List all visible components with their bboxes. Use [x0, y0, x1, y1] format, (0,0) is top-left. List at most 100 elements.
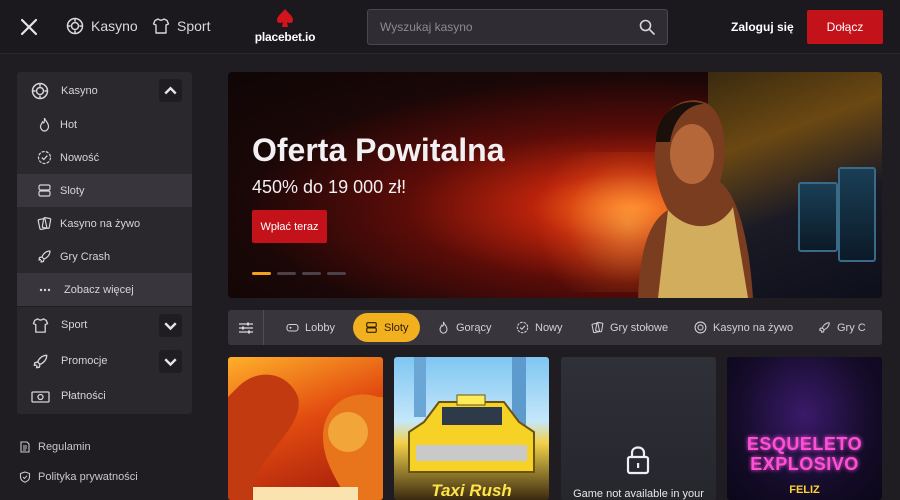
- sidebar-item-live-casino[interactable]: Kasyno na żywo: [17, 207, 192, 240]
- tab-new[interactable]: Nowy: [516, 313, 563, 342]
- game-card[interactable]: Taxi Rush: [394, 357, 549, 500]
- nav-sport-label: Sport: [177, 18, 211, 34]
- logo-wordmark: placebet.io: [254, 30, 316, 44]
- close-icon[interactable]: [18, 16, 40, 38]
- sidebar-item-hot[interactable]: Hot: [17, 108, 192, 141]
- live-cards-icon: [37, 217, 52, 231]
- sidebar-item-label: Sloty: [60, 184, 85, 197]
- collapse-button[interactable]: [159, 79, 182, 102]
- footer-link-label: Polityka prywatności: [38, 471, 138, 483]
- slots-icon: [38, 184, 51, 197]
- sidebar-item-label: Nowość: [60, 151, 100, 164]
- search-box[interactable]: [367, 9, 668, 45]
- carousel-dot[interactable]: [277, 272, 296, 275]
- tab-crash[interactable]: Gry C: [818, 313, 866, 342]
- casino-chip-icon: [31, 82, 49, 99]
- sidebar-item-payments[interactable]: Płatności: [17, 379, 192, 413]
- tab-label: Gorący: [456, 321, 492, 334]
- footer-link-label: Regulamin: [38, 441, 91, 453]
- top-bar: Kasyno Sport placebet.io Zaloguj się Doł…: [0, 0, 900, 54]
- footer-link-privacy[interactable]: Polityka prywatności: [19, 471, 138, 483]
- promo-banner[interactable]: Oferta Powitalna 450% do 19 000 zł! Wpła…: [228, 72, 882, 298]
- tab-hot[interactable]: Gorący: [437, 313, 491, 342]
- sidebar-item-slots[interactable]: Sloty: [17, 174, 192, 207]
- flame-icon: [439, 321, 448, 334]
- tab-table-games[interactable]: Gry stołowe: [591, 313, 668, 342]
- nav-casino-label: Kasyno: [91, 18, 138, 34]
- shield-icon: [19, 471, 31, 483]
- unavailable-message: Game not available in your: [573, 488, 704, 500]
- tab-label: Gry stołowe: [610, 321, 669, 334]
- more-dots-icon: [39, 288, 51, 291]
- carousel-dot[interactable]: [302, 272, 321, 275]
- nav-sport[interactable]: Sport: [152, 17, 210, 35]
- search-icon[interactable]: [639, 19, 655, 35]
- sidebar-divider: [17, 306, 192, 307]
- join-button[interactable]: Dołącz: [807, 10, 883, 44]
- footer-link-terms[interactable]: Regulamin: [19, 441, 91, 453]
- jersey-icon: [32, 317, 49, 333]
- login-link[interactable]: Zaloguj się: [731, 20, 794, 34]
- banner-title: Oferta Powitalna: [252, 132, 505, 168]
- deposit-now-button[interactable]: Wpłać teraz: [252, 210, 327, 243]
- casino-chip-icon: [66, 17, 84, 35]
- tab-label: Kasyno na żywo: [713, 321, 794, 334]
- carousel-dot[interactable]: [327, 272, 346, 275]
- sidebar-item-label: Promocje: [61, 355, 108, 367]
- document-icon: [20, 441, 30, 453]
- carousel-dot[interactable]: [252, 272, 271, 275]
- tab-lobby[interactable]: Lobby: [286, 313, 335, 342]
- sidebar-item-label: Kasyno na żywo: [60, 217, 141, 230]
- tab-slots[interactable]: Sloty: [353, 313, 421, 342]
- sidebar: Kasyno Hot Nowość Sloty Kasyno na żywo G…: [17, 72, 192, 414]
- filter-button[interactable]: [228, 310, 264, 345]
- category-tabs: Lobby Sloty Gorący Nowy Gry stołowe Kasy…: [228, 310, 882, 345]
- expand-button[interactable]: [159, 313, 182, 337]
- dragon-tiger-artwork: [228, 374, 383, 500]
- rocket-icon: [38, 250, 51, 263]
- game-card[interactable]: [228, 357, 383, 500]
- sidebar-item-see-more[interactable]: Zobacz więcej: [17, 273, 192, 306]
- game-card[interactable]: ESQUELETO EXPLOSIVO FELIZ: [727, 357, 882, 500]
- search-input[interactable]: [380, 10, 630, 44]
- sidebar-item-label: Kasyno: [61, 84, 98, 97]
- sidebar-item-promotions[interactable]: Promocje: [17, 344, 192, 378]
- check-badge-icon: [37, 150, 52, 165]
- logo[interactable]: placebet.io: [250, 8, 320, 48]
- tab-label: Lobby: [305, 321, 335, 334]
- sliders-icon: [238, 322, 253, 333]
- chevron-down-icon: [164, 321, 177, 330]
- taxi-artwork: [408, 357, 535, 473]
- slots-icon: [366, 322, 377, 333]
- hostess-figure: [638, 100, 753, 298]
- tab-label: Gry C: [837, 321, 866, 334]
- sidebar-item-casino[interactable]: Kasyno: [17, 73, 192, 108]
- gamepad-icon: [286, 323, 299, 332]
- jersey-icon: [152, 18, 170, 34]
- chevron-up-icon: [164, 86, 177, 95]
- flame-icon: [39, 117, 50, 132]
- rocket-icon: [33, 354, 48, 368]
- tab-live-casino[interactable]: Kasyno na żywo: [694, 313, 793, 342]
- sidebar-item-new[interactable]: Nowość: [17, 141, 192, 174]
- expand-button[interactable]: [159, 349, 182, 373]
- check-badge-icon: [516, 321, 529, 334]
- sidebar-item-label: Płatności: [61, 390, 106, 402]
- game-tagline: FELIZ: [789, 484, 820, 496]
- logo-spade-icon: [277, 9, 293, 27]
- tab-label: Sloty: [384, 321, 409, 334]
- casino-chip-icon: [694, 321, 707, 334]
- nav-casino[interactable]: Kasyno: [66, 17, 138, 35]
- table-cards-icon: [591, 321, 604, 334]
- game-card-unavailable[interactable]: Game not available in your: [561, 357, 716, 500]
- chevron-down-icon: [164, 357, 177, 366]
- slot-machine-graphic: [838, 167, 876, 262]
- carousel-dots: [252, 272, 346, 275]
- sidebar-item-sport[interactable]: Sport: [17, 308, 192, 342]
- sidebar-item-label: Zobacz więcej: [64, 283, 134, 296]
- sidebar-item-crash[interactable]: Gry Crash: [17, 240, 192, 273]
- slot-machine-graphic: [798, 182, 838, 252]
- banner-subtitle: 450% do 19 000 zł!: [252, 177, 407, 197]
- rocket-icon: [819, 322, 830, 333]
- game-title: ESQUELETO EXPLOSIVO: [746, 434, 863, 474]
